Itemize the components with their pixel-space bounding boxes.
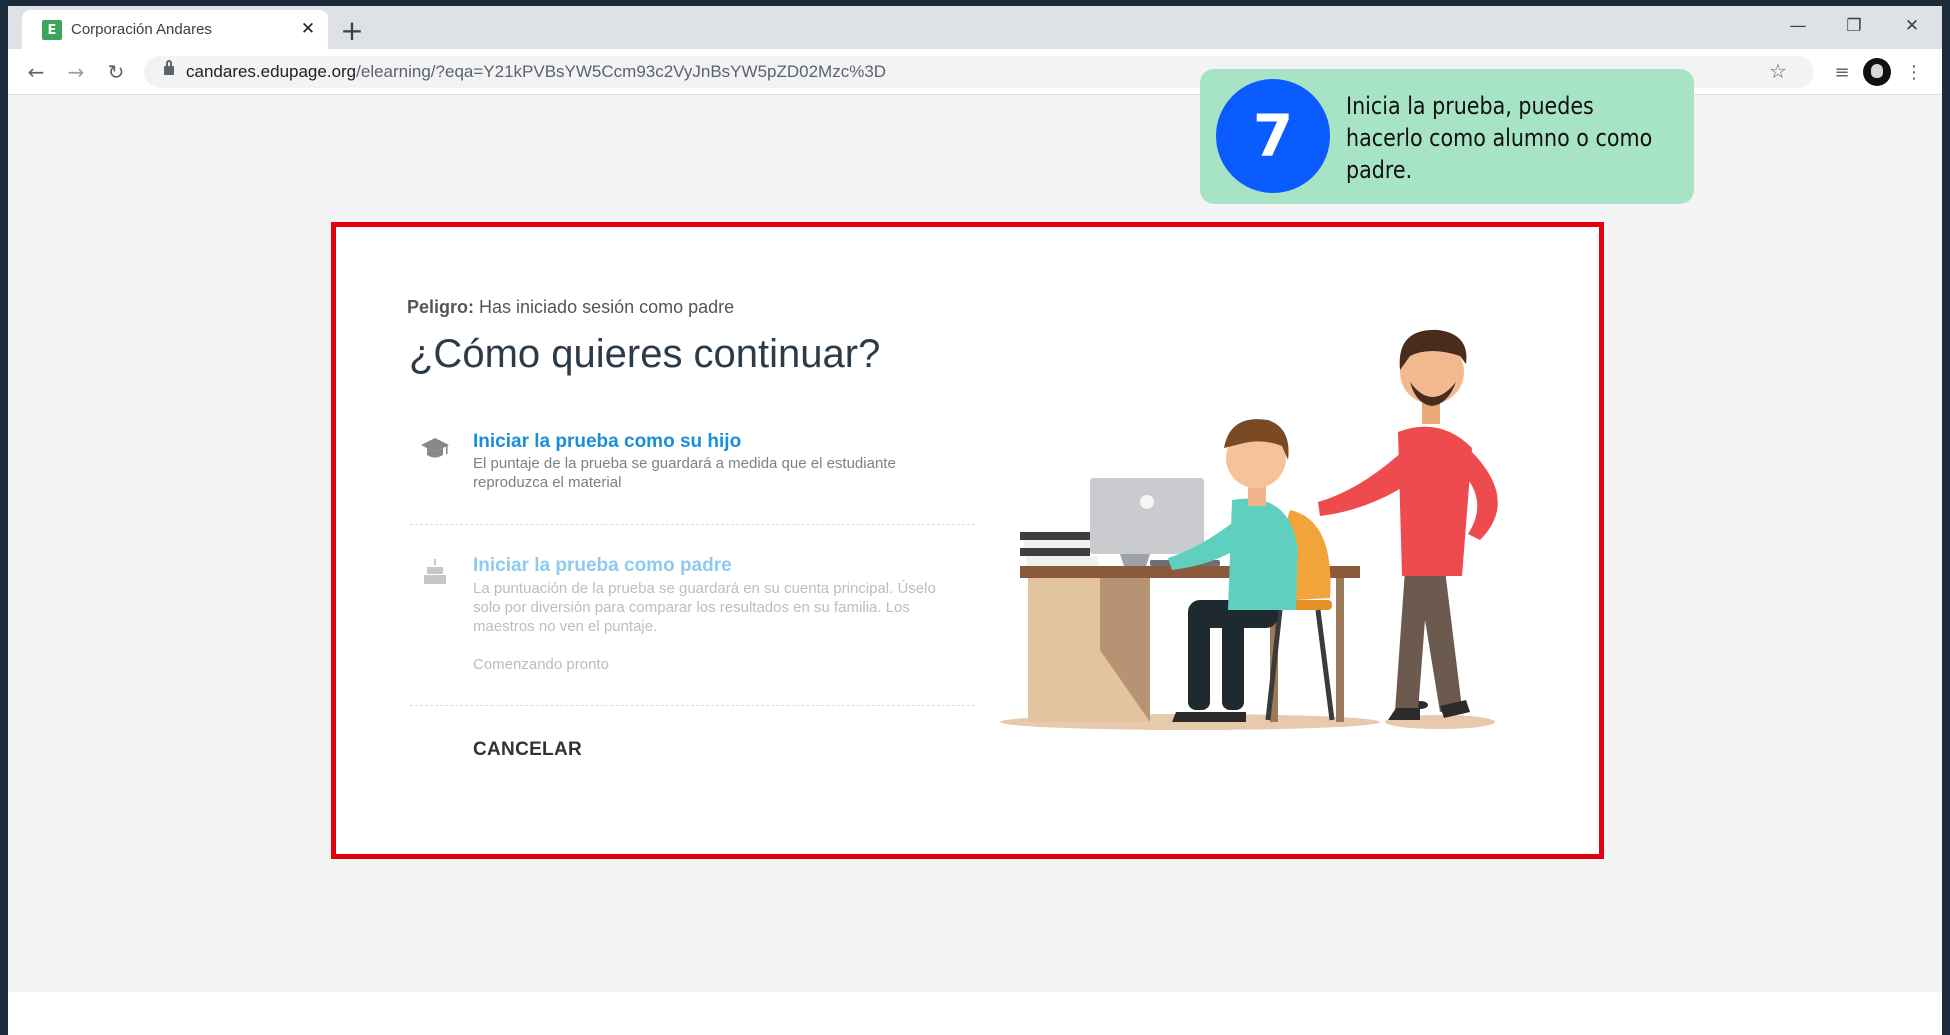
cancel-button[interactable]: CANCELAR [473,739,582,761]
edupage-favicon-icon: E [42,20,62,40]
option-divider [410,705,975,706]
url-text: candares.edupage.org/elearning/?eqa=Y21k… [186,62,887,81]
back-arrow-icon[interactable]: ← [20,56,52,88]
option-divider [410,524,975,525]
kebab-menu-icon[interactable]: ⋮ [1898,56,1930,88]
bookmark-star-icon[interactable]: ☆ [1769,59,1787,83]
tab-close-icon[interactable]: ✕ [294,15,322,43]
coming-soon-note: Comenzando pronto [473,656,609,673]
new-tab-button[interactable]: + [334,12,370,48]
option-desc-parent: La puntuación de la prueba se guardará e… [473,580,936,635]
profile-avatar[interactable] [1863,58,1891,86]
minimize-icon[interactable]: — [1778,10,1818,42]
reload-icon[interactable]: ↻ [100,56,132,88]
step-number-badge: 7 [1216,79,1330,193]
warning-message: Peligro: Has iniciado sesión como padre [407,297,735,317]
browser-tab[interactable]: E Corporación Andares ✕ [22,10,328,49]
tutorial-callout: 7 Inicia la prueba, puedes hacerlo como … [1200,69,1694,204]
tab-strip: E Corporación Andares ✕ + — ❐ ✕ [8,6,1942,49]
page-footer-strip [8,992,1942,1035]
dialog-heading: ¿Cómo quieres continuar? [409,332,881,376]
callout-text: Inicia la prueba, puedes hacerlo como al… [1346,92,1653,184]
tab-title: Corporación Andares [71,21,212,38]
parent-and-child-illustration [1000,329,1498,730]
window-close-icon[interactable]: ✕ [1892,10,1932,42]
option-title-parent: Iniciar la prueba como padre [473,555,732,576]
restore-icon[interactable]: ❐ [1834,10,1874,42]
option-title-child[interactable]: Iniciar la prueba como su hijo [473,431,741,453]
option-desc-child: El puntaje de la prueba se guardará a me… [473,455,896,491]
cake-icon [424,559,446,584]
forward-arrow-icon[interactable]: → [60,56,92,88]
lock-icon [164,60,174,75]
media-playlist-icon[interactable]: ≡ [1826,56,1858,88]
graduation-cap-icon [421,438,449,458]
